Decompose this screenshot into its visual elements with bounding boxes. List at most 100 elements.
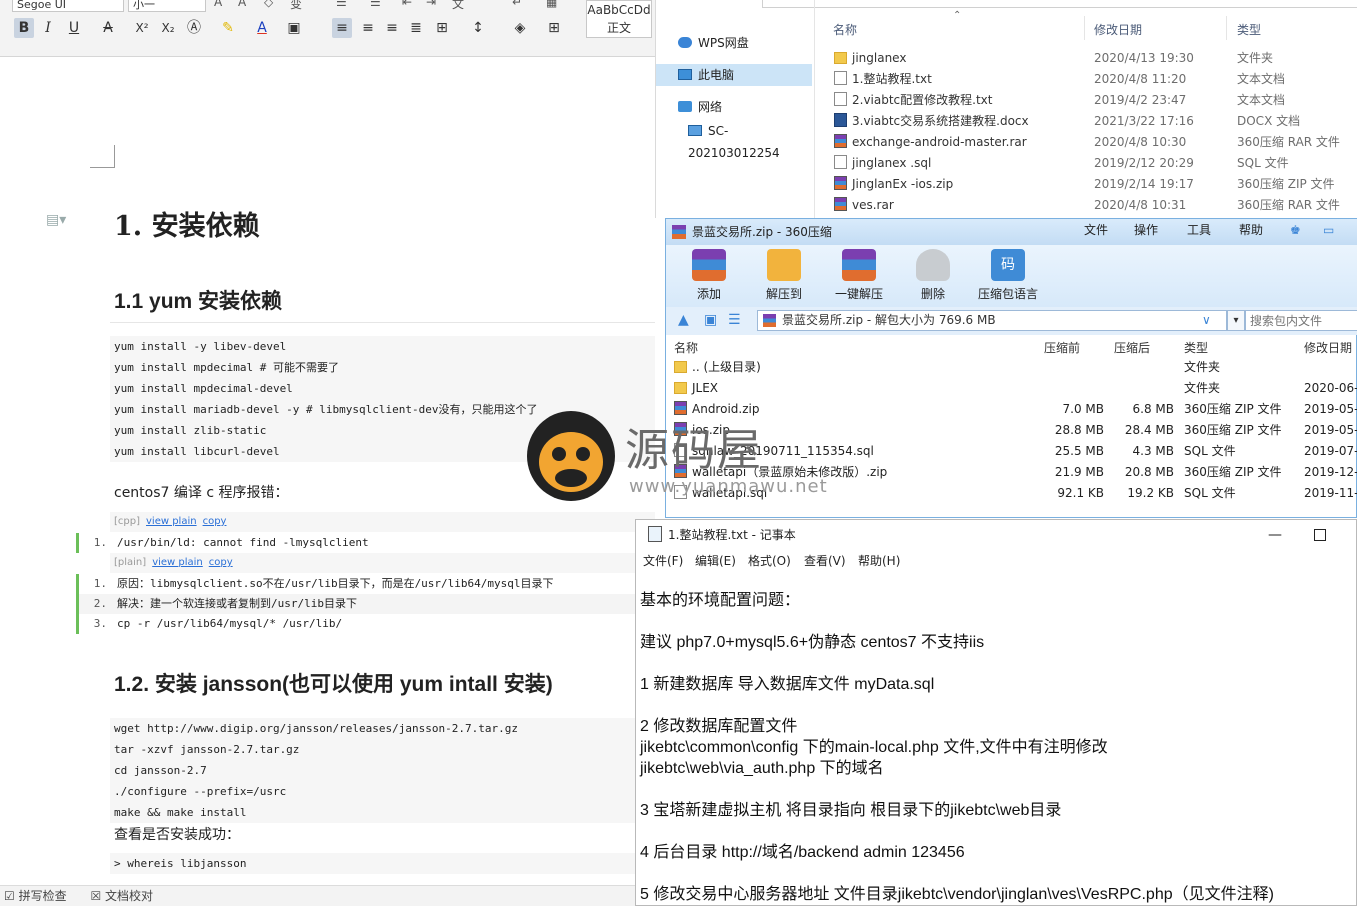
highlight-icon[interactable]: ✎ — [218, 18, 238, 38]
one-click-extract-button[interactable]: 一键解压 — [824, 249, 894, 302]
menu-help[interactable]: 帮助(H) — [858, 550, 900, 572]
copy-link[interactable]: copy — [209, 557, 233, 568]
borders-icon[interactable]: ⊞ — [544, 18, 564, 38]
menu-file[interactable]: 文件(F) — [643, 550, 683, 572]
col-header-name[interactable]: 名称 — [833, 21, 857, 38]
shading-icon[interactable]: ◈ — [510, 18, 530, 38]
file-name[interactable]: ves.rar — [834, 195, 894, 216]
outdent-icon[interactable]: ⇤ — [402, 0, 412, 9]
doc-nav-icon[interactable]: ▤▾ — [46, 212, 66, 228]
zip-entry-name[interactable]: JLEX — [674, 378, 718, 399]
file-name[interactable]: exchange-android-master.rar — [834, 132, 1027, 153]
menu-operate[interactable]: 操作 — [1134, 217, 1158, 243]
menu-edit[interactable]: 编辑(E) — [695, 550, 736, 572]
file-name[interactable]: jinglanex — [834, 48, 906, 69]
zip-entry-name[interactable]: .. (上级目录) — [674, 357, 761, 378]
italic-button[interactable]: I — [38, 18, 58, 38]
file-row[interactable]: 3.viabtc交易系统搭建教程.docx 2021/3/22 17:16 DOCX… — [826, 111, 1357, 132]
file-name[interactable]: JinglanEx -ios.zip — [834, 174, 953, 195]
strikethrough-button[interactable]: A — [98, 18, 118, 38]
numbering-icon[interactable]: ☰ — [370, 0, 381, 9]
nav-wps-cloud[interactable]: WPS网盘 — [678, 32, 749, 54]
bullets-icon[interactable]: ☰ — [336, 0, 347, 9]
subscript-button[interactable]: X₂ — [158, 18, 178, 38]
show-marks-icon[interactable]: ↵ — [512, 0, 522, 9]
char-border-icon[interactable]: ▣ — [284, 18, 304, 38]
style-normal-button[interactable]: AaBbCcDd 正文 — [586, 0, 652, 38]
archive-language-button[interactable]: 码压缩包语言 — [973, 249, 1043, 302]
file-name[interactable]: 1.整站教程.txt — [834, 69, 932, 90]
align-left-button[interactable]: ≡ — [332, 18, 352, 38]
proofread-icon[interactable]: ☒ — [90, 889, 101, 903]
file-row[interactable]: 1.整站教程.txt 2020/4/8 11:20 文本文档 — [826, 69, 1357, 90]
text-effect-icon[interactable]: Ⓐ — [184, 18, 204, 38]
thumbnail-view-icon[interactable]: ▣ — [704, 312, 717, 328]
spell-check-icon[interactable]: ☑ — [4, 889, 15, 903]
pinyin-icon[interactable]: 变 — [290, 0, 302, 12]
col-divider[interactable] — [1084, 16, 1085, 40]
view-plain-link[interactable]: view plain — [152, 557, 203, 568]
extract-to-button[interactable]: 解压到 — [749, 249, 819, 302]
feedback-icon[interactable]: ▭ — [1323, 217, 1334, 243]
file-name[interactable]: 3.viabtc交易系统搭建教程.docx — [834, 111, 1029, 132]
superscript-button[interactable]: X² — [132, 18, 152, 38]
col-header-name[interactable]: 名称 — [674, 337, 698, 359]
shrink-font-icon[interactable]: A — [238, 0, 246, 9]
col-header-type[interactable]: 类型 — [1184, 337, 1208, 359]
file-row[interactable]: exchange-android-master.rar 2020/4/8 10:3… — [826, 132, 1357, 153]
add-button[interactable]: 添加 — [674, 249, 744, 302]
chevron-down-icon[interactable]: ∨ — [1202, 311, 1211, 330]
grow-font-icon[interactable]: A — [214, 0, 222, 9]
underline-button[interactable]: U — [64, 18, 84, 38]
nav-network[interactable]: 网络 — [678, 96, 722, 118]
col-header-date[interactable]: 修改日期 — [1304, 337, 1352, 359]
file-row[interactable]: JinglanEx -ios.zip 2019/2/14 19:17 360压缩 Z… — [826, 174, 1357, 195]
minimize-button[interactable]: — — [1268, 520, 1282, 550]
nav-this-pc[interactable]: 此电脑 — [656, 64, 812, 86]
zip-search-input[interactable] — [1245, 310, 1357, 331]
pane-splitter[interactable] — [814, 0, 815, 218]
zip-path-field[interactable]: 景蓝交易所.zip - 解包大小为 769.6 MB ∨ — [757, 310, 1227, 331]
font-name-combo[interactable]: Segoe UI — [12, 0, 124, 12]
line-spacing-icon[interactable]: ↕ — [468, 18, 488, 38]
col-header-before[interactable]: 压缩前 — [1044, 337, 1080, 359]
menu-tools[interactable]: 工具 — [1187, 217, 1211, 243]
bold-button[interactable]: B — [14, 18, 34, 38]
skin-icon[interactable]: ♚ — [1290, 217, 1301, 243]
menu-help[interactable]: 帮助 — [1239, 217, 1263, 243]
col-header-after[interactable]: 压缩后 — [1114, 337, 1150, 359]
up-arrow-icon[interactable]: ▲ — [678, 312, 689, 328]
col-header-type[interactable]: 类型 — [1237, 21, 1261, 38]
menu-view[interactable]: 查看(V) — [804, 550, 846, 572]
align-center-button[interactable]: ≡ — [358, 18, 378, 38]
table-icon[interactable]: ▦ — [546, 0, 557, 9]
zip-row[interactable]: .. (上级目录) 文件夹 — [666, 357, 1357, 378]
path-dropdown-button[interactable]: ▾ — [1227, 310, 1245, 331]
menu-file[interactable]: 文件 — [1084, 217, 1108, 243]
col-divider[interactable] — [1226, 16, 1227, 40]
notepad-text-area[interactable]: 基本的环境配置问题： 建议 php7.0+mysql5.6+伪静态 centos7… — [640, 590, 1352, 905]
delete-button[interactable]: 删除 — [898, 249, 968, 302]
font-color-icon[interactable]: A — [252, 18, 272, 38]
font-size-combo[interactable]: 小一 — [128, 0, 206, 12]
maximize-button[interactable] — [1314, 529, 1326, 541]
file-name[interactable]: 2.viabtc配置修改教程.txt — [834, 90, 993, 111]
view-plain-link[interactable]: view plain — [146, 516, 197, 527]
menu-format[interactable]: 格式(O) — [748, 550, 791, 572]
align-right-button[interactable]: ≡ — [382, 18, 402, 38]
file-row[interactable]: jinglanex .sql 2019/2/12 20:29 SQL 文件 — [826, 153, 1357, 174]
copy-link[interactable]: copy — [203, 516, 227, 527]
file-row[interactable]: ves.rar 2020/4/8 10:31 360压缩 RAR 文件 — [826, 195, 1357, 216]
file-name[interactable]: jinglanex .sql — [834, 153, 931, 174]
distribute-button[interactable]: ⊞ — [432, 18, 452, 38]
chinese-layout-icon[interactable]: 文 — [452, 0, 464, 12]
proofread-label[interactable]: 文档校对 — [105, 889, 153, 903]
col-header-date[interactable]: 修改日期 — [1094, 21, 1142, 38]
nav-network-host[interactable]: SC-202103012254 — [688, 120, 814, 160]
justify-button[interactable]: ≣ — [406, 18, 426, 38]
indent-icon[interactable]: ⇥ — [426, 0, 436, 9]
spell-check-label[interactable]: 拼写检查 — [19, 889, 67, 903]
clear-format-icon[interactable]: ◇ — [264, 0, 273, 9]
file-row[interactable]: jinglanex 2020/4/13 19:30 文件夹 — [826, 48, 1357, 69]
list-view-icon[interactable]: ☰ — [728, 312, 741, 328]
